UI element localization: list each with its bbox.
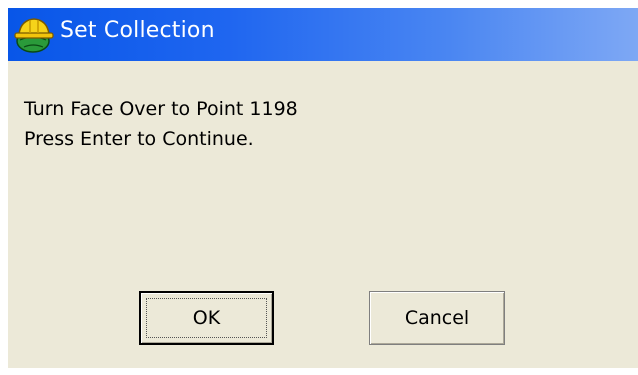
dialog-message: Turn Face Over to Point 1198 Press Enter… xyxy=(24,94,298,154)
title-bar[interactable]: Set Collection xyxy=(8,8,638,61)
ok-button[interactable]: OK xyxy=(139,291,274,345)
ok-button-label: OK xyxy=(192,307,221,329)
window-title: Set Collection xyxy=(60,18,215,43)
cancel-button[interactable]: Cancel xyxy=(369,291,505,345)
set-collection-dialog: Set Collection Turn Face Over to Point 1… xyxy=(8,8,638,368)
message-line-2: Press Enter to Continue. xyxy=(24,128,254,150)
message-line-1: Turn Face Over to Point 1198 xyxy=(24,98,298,120)
app-icon xyxy=(14,18,54,53)
cancel-button-label: Cancel xyxy=(404,307,470,329)
